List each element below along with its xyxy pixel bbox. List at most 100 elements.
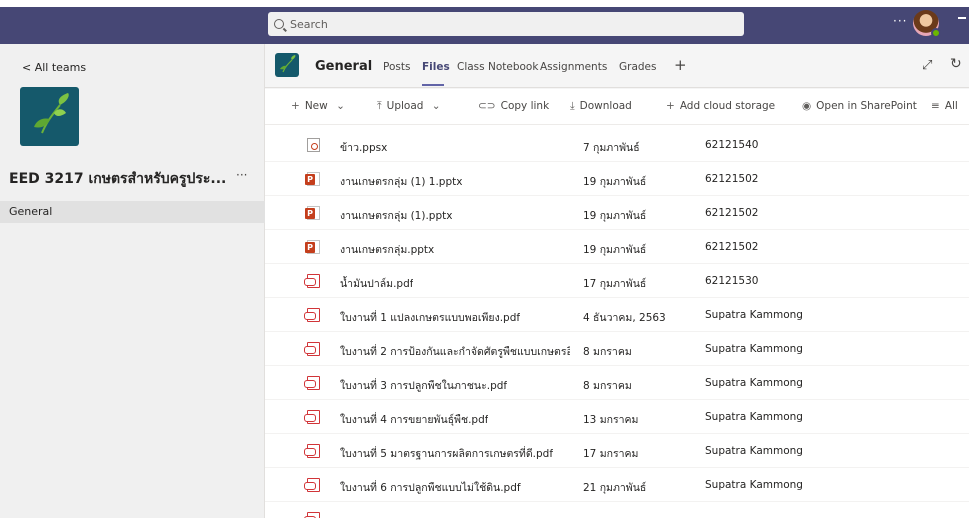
more-options-icon[interactable]: ··· <box>893 14 907 28</box>
channel-team-icon <box>275 53 299 77</box>
file-name[interactable]: ใบงานที่ 4 การขยายพันธุ์พืช.pdf <box>340 411 488 428</box>
search-placeholder: Search <box>290 17 328 31</box>
file-row[interactable]: งานเกษตรกลุ่ม (1).pptx 19 กุมภาพันธ์ 621… <box>265 196 969 230</box>
window-top-strip <box>0 0 969 7</box>
file-modified-by: Supatra Kammong <box>705 309 803 321</box>
file-name[interactable]: ใบงานที่ 6 การปลูกพืชแบบไม่ใช้ดิน.pdf <box>340 479 521 496</box>
pdf-file-icon <box>304 342 320 356</box>
minimize-icon[interactable] <box>958 17 966 19</box>
add-cloud-storage-button[interactable]: + Add cloud storage <box>666 100 775 112</box>
pptx-file-icon <box>305 240 320 254</box>
link-icon: ⊂⊃ <box>478 100 496 112</box>
file-modified: 19 กุมภาพันธ์ <box>583 244 647 256</box>
file-modified: 8 มกราคม <box>583 346 632 358</box>
file-row[interactable]: ใบงานที่ 5 มาตรฐานการผลิตการเกษตรที่ดี.p… <box>265 434 969 468</box>
file-name[interactable]: ข้าว.ppsx <box>340 139 387 156</box>
pdf-file-icon <box>304 512 320 518</box>
file-modified: 7 กุมภาพันธ์ <box>583 142 640 154</box>
file-row-partial[interactable] <box>265 502 969 518</box>
file-row[interactable]: น้ำมันปาล์ม.pdf 17 กุมภาพันธ์ 62121530 <box>265 264 969 298</box>
plus-icon: + <box>666 100 675 112</box>
pdf-file-icon <box>304 444 320 458</box>
file-name[interactable]: งานเกษตรกลุ่ม (1) 1.pptx <box>340 173 462 190</box>
tab-assignments[interactable]: Assignments <box>540 61 607 73</box>
file-modified-by: 62121530 <box>705 275 759 287</box>
copy-link-button[interactable]: ⊂⊃ Copy link <box>478 100 549 112</box>
ppsx-file-icon <box>307 138 320 152</box>
file-name[interactable]: งานเกษตรกลุ่ม (1).pptx <box>340 207 452 224</box>
tab-files[interactable]: Files <box>422 61 450 73</box>
download-button[interactable]: ⤓ Download <box>570 100 632 113</box>
presence-available-icon <box>931 28 941 38</box>
upload-icon: ⤒ <box>377 100 382 112</box>
plus-icon: + <box>291 100 300 112</box>
pdf-file-icon <box>304 478 320 492</box>
download-icon: ⤓ <box>570 100 575 112</box>
file-name[interactable]: ใบงานที่ 1 แปลงเกษตรแบบพอเพียง.pdf <box>340 309 520 326</box>
file-row[interactable]: ข้าว.ppsx 7 กุมภาพันธ์ 62121540 <box>265 128 969 162</box>
tab-grades[interactable]: Grades <box>619 61 656 73</box>
file-modified-by: Supatra Kammong <box>705 445 803 457</box>
file-list: ข้าว.ppsx 7 กุมภาพันธ์ 62121540 งานเกษตร… <box>265 125 969 518</box>
search-icon <box>274 19 284 29</box>
view-list-icon: ≡ <box>931 100 940 112</box>
teams-sidebar: < All teams EED 3217 เกษตรสำหรับครูประ..… <box>0 44 265 518</box>
file-row[interactable]: ใบงานที่ 6 การปลูกพืชแบบไม่ใช้ดิน.pdf 21… <box>265 468 969 502</box>
file-modified: 19 กุมภาพันธ์ <box>583 176 647 188</box>
channel-general[interactable]: General <box>0 201 265 223</box>
file-modified-by: 62121502 <box>705 173 759 185</box>
files-command-bar: + New ⌄ ⤒ Upload ⌄ ⊂⊃ Copy link ⤓ Download +… <box>265 89 969 125</box>
file-modified: 21 กุมภาพันธ์ <box>583 482 647 494</box>
add-tab-button[interactable]: + <box>674 56 687 74</box>
file-modified-by: 62121540 <box>705 139 759 151</box>
pdf-file-icon <box>304 376 320 390</box>
refresh-icon[interactable]: ↻ <box>950 56 962 72</box>
pdf-file-icon <box>304 308 320 322</box>
file-modified: 17 กุมภาพันธ์ <box>583 278 647 290</box>
file-name[interactable]: ใบงานที่ 3 การปลูกพืชในภาชนะ.pdf <box>340 377 507 394</box>
file-row[interactable]: ใบงานที่ 1 แปลงเกษตรแบบพอเพียง.pdf 4 ธัน… <box>265 298 969 332</box>
team-name[interactable]: EED 3217 เกษตรสำหรับครูประ... <box>9 168 249 190</box>
file-modified-by: Supatra Kammong <box>705 479 803 491</box>
file-name[interactable]: งานเกษตรกลุ่ม.pptx <box>340 241 434 258</box>
search-box[interactable]: Search <box>268 12 744 36</box>
all-documents-view-button[interactable]: ≡ All <box>931 100 958 112</box>
file-modified-by: Supatra Kammong <box>705 377 803 389</box>
team-more-icon[interactable]: ··· <box>236 168 247 182</box>
user-avatar[interactable] <box>913 10 941 38</box>
expand-icon[interactable]: ⤢ <box>922 58 932 73</box>
file-modified-by: Supatra Kammong <box>705 343 803 355</box>
file-row[interactable]: ใบงานที่ 3 การปลูกพืชในภาชนะ.pdf 8 มกราค… <box>265 366 969 400</box>
file-modified-by: Supatra Kammong <box>705 411 803 423</box>
team-leaf-icon <box>20 87 79 146</box>
file-modified-by: 62121502 <box>705 207 759 219</box>
open-in-sharepoint-button[interactable]: ◉ Open in SharePoint <box>802 100 917 112</box>
file-name[interactable]: ใบงานที่ 2 การป้องกันและกำจัดศัตรูพืชแบบ… <box>340 343 570 360</box>
file-name[interactable]: ใบงานที่ 5 มาตรฐานการผลิตการเกษตรที่ดี.p… <box>340 445 553 462</box>
tab-posts[interactable]: Posts <box>383 61 410 73</box>
file-modified: 19 กุมภาพันธ์ <box>583 210 647 222</box>
file-row[interactable]: ใบงานที่ 4 การขยายพันธุ์พืช.pdf 13 มกราค… <box>265 400 969 434</box>
file-row[interactable]: งานเกษตรกลุ่ม (1) 1.pptx 19 กุมภาพันธ์ 6… <box>265 162 969 196</box>
new-button[interactable]: + New ⌄ <box>291 100 350 112</box>
file-row[interactable]: ใบงานที่ 2 การป้องกันและกำจัดศัตรูพืชแบบ… <box>265 332 969 366</box>
tab-class-notebook[interactable]: Class Notebook <box>457 61 538 73</box>
all-teams-link[interactable]: < All teams <box>22 61 86 74</box>
pptx-file-icon <box>305 206 320 220</box>
channel-header: General Posts Files Class Notebook Assig… <box>265 44 969 88</box>
file-modified-by: 62121502 <box>705 241 759 253</box>
pdf-file-icon <box>304 410 320 424</box>
chevron-down-icon: ⌄ <box>336 100 345 112</box>
sharepoint-icon: ◉ <box>802 100 812 112</box>
file-modified: 13 มกราคม <box>583 414 639 426</box>
file-modified: 8 มกราคม <box>583 380 632 392</box>
pdf-file-icon <box>304 274 320 288</box>
upload-button[interactable]: ⤒ Upload ⌄ <box>377 100 446 113</box>
file-name[interactable]: น้ำมันปาล์ม.pdf <box>340 275 413 292</box>
app-top-bar: Search ··· <box>0 0 969 44</box>
chevron-down-icon: ⌄ <box>431 100 441 112</box>
file-row[interactable]: งานเกษตรกลุ่ม.pptx 19 กุมภาพันธ์ 6212150… <box>265 230 969 264</box>
file-modified: 17 มกราคม <box>583 448 639 460</box>
file-modified: 4 ธันวาคม, 2563 <box>583 312 666 324</box>
active-tab-indicator <box>422 84 444 86</box>
